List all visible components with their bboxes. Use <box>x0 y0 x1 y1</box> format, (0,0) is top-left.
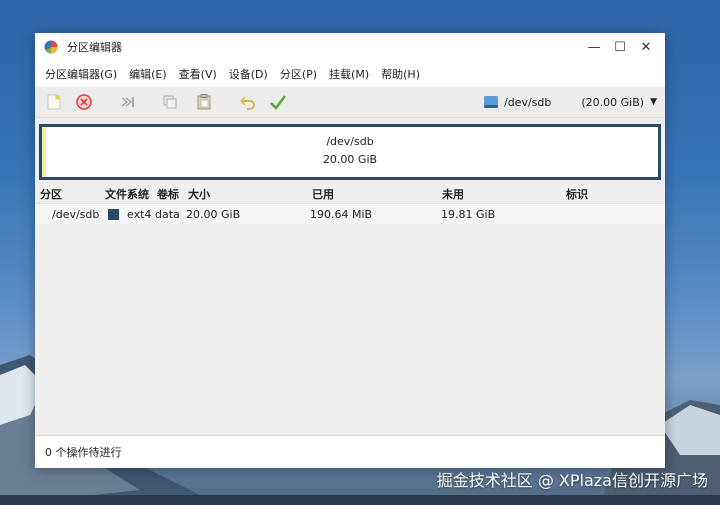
cell-size: 20.00 GiB <box>186 207 241 221</box>
table-row[interactable]: /dev/sdb ext4 data 20.00 GiB 190.64 MiB … <box>35 204 665 224</box>
disk-graphic-size: 20.00 GiB <box>322 153 378 166</box>
menu-mount[interactable]: 挂载(M) <box>323 66 375 82</box>
device-size: (20.00 GiB) <box>581 95 645 109</box>
delete-partition-button[interactable] <box>73 91 95 113</box>
titlebar: 分区编辑器 — ☐ ✕ <box>35 33 665 61</box>
pending-operations-text: 0 个操作待进行 <box>45 446 122 459</box>
menu-device[interactable]: 设备(D) <box>223 66 274 82</box>
undo-button[interactable] <box>237 91 259 113</box>
header-unused[interactable]: 未用 <box>442 186 464 202</box>
header-flags[interactable]: 标识 <box>566 186 588 202</box>
maximize-button[interactable]: ☐ <box>607 37 633 57</box>
apply-button[interactable] <box>267 91 289 113</box>
menu-help[interactable]: 帮助(H) <box>375 66 426 82</box>
cell-unused: 19.81 GiB <box>441 207 496 221</box>
header-filesystem[interactable]: 文件系统 <box>105 186 149 202</box>
disk-graphic-name: /dev/sdb <box>326 135 374 148</box>
cell-filesystem-text: ext4 <box>127 207 152 221</box>
checkmark-icon <box>270 95 287 110</box>
device-name: /dev/sdb <box>504 95 552 109</box>
watermark: 掘金技术社区 @ XPlaza信创开源广场 <box>436 471 708 490</box>
window-title: 分区编辑器 <box>67 41 122 54</box>
device-selector[interactable]: /dev/sdb (20.00 GiB) ▼ <box>483 91 657 113</box>
header-used[interactable]: 已用 <box>312 186 334 202</box>
table-header: 分区 文件系统 卷标 大小 已用 未用 标识 <box>35 185 665 204</box>
undo-icon <box>240 96 255 110</box>
header-label[interactable]: 卷标 <box>157 186 179 202</box>
header-partition[interactable]: 分区 <box>40 186 62 202</box>
header-size[interactable]: 大小 <box>188 186 210 202</box>
cell-partition: /dev/sdb <box>52 207 100 221</box>
minimize-button[interactable]: — <box>581 37 607 57</box>
menu-edit[interactable]: 编辑(E) <box>123 66 173 82</box>
gparted-app-icon <box>44 40 58 54</box>
menu-partition[interactable]: 分区(P) <box>274 66 323 82</box>
close-button[interactable]: ✕ <box>633 37 659 57</box>
cell-used: 190.64 MiB <box>310 207 373 221</box>
toolbar: /dev/sdb (20.00 GiB) ▼ <box>35 87 665 118</box>
resize-move-button[interactable] <box>117 91 139 113</box>
paste-button[interactable] <box>193 91 215 113</box>
dropdown-arrow-icon: ▼ <box>650 97 657 107</box>
copy-icon <box>163 95 177 109</box>
copy-button[interactable] <box>159 91 181 113</box>
window-controls: — ☐ ✕ <box>581 33 659 61</box>
filesystem-color-swatch <box>108 209 119 220</box>
status-bar: 0 个操作待进行 <box>35 435 665 468</box>
paste-icon <box>197 94 211 110</box>
menu-gparted[interactable]: 分区编辑器(G) <box>39 66 123 82</box>
cell-filesystem: ext4 <box>108 208 151 221</box>
resize-move-icon <box>121 97 134 107</box>
disk-graphic[interactable]: /dev/sdb 20.00 GiB <box>39 124 661 180</box>
partition-editor-window: 分区编辑器 — ☐ ✕ 分区编辑器(G) 编辑(E) 查看(V) 设备(D) 分… <box>35 33 665 468</box>
menubar: 分区编辑器(G) 编辑(E) 查看(V) 设备(D) 分区(P) 挂载(M) 帮… <box>35 61 665 87</box>
new-document-icon <box>47 94 61 110</box>
partition-table: 分区 文件系统 卷标 大小 已用 未用 标识 /dev/sdb ext4 dat… <box>35 185 665 224</box>
new-partition-button[interactable] <box>43 91 65 113</box>
delete-icon <box>76 94 92 110</box>
menu-view[interactable]: 查看(V) <box>173 66 223 82</box>
cell-label: data <box>155 207 180 221</box>
drive-icon <box>484 96 498 108</box>
